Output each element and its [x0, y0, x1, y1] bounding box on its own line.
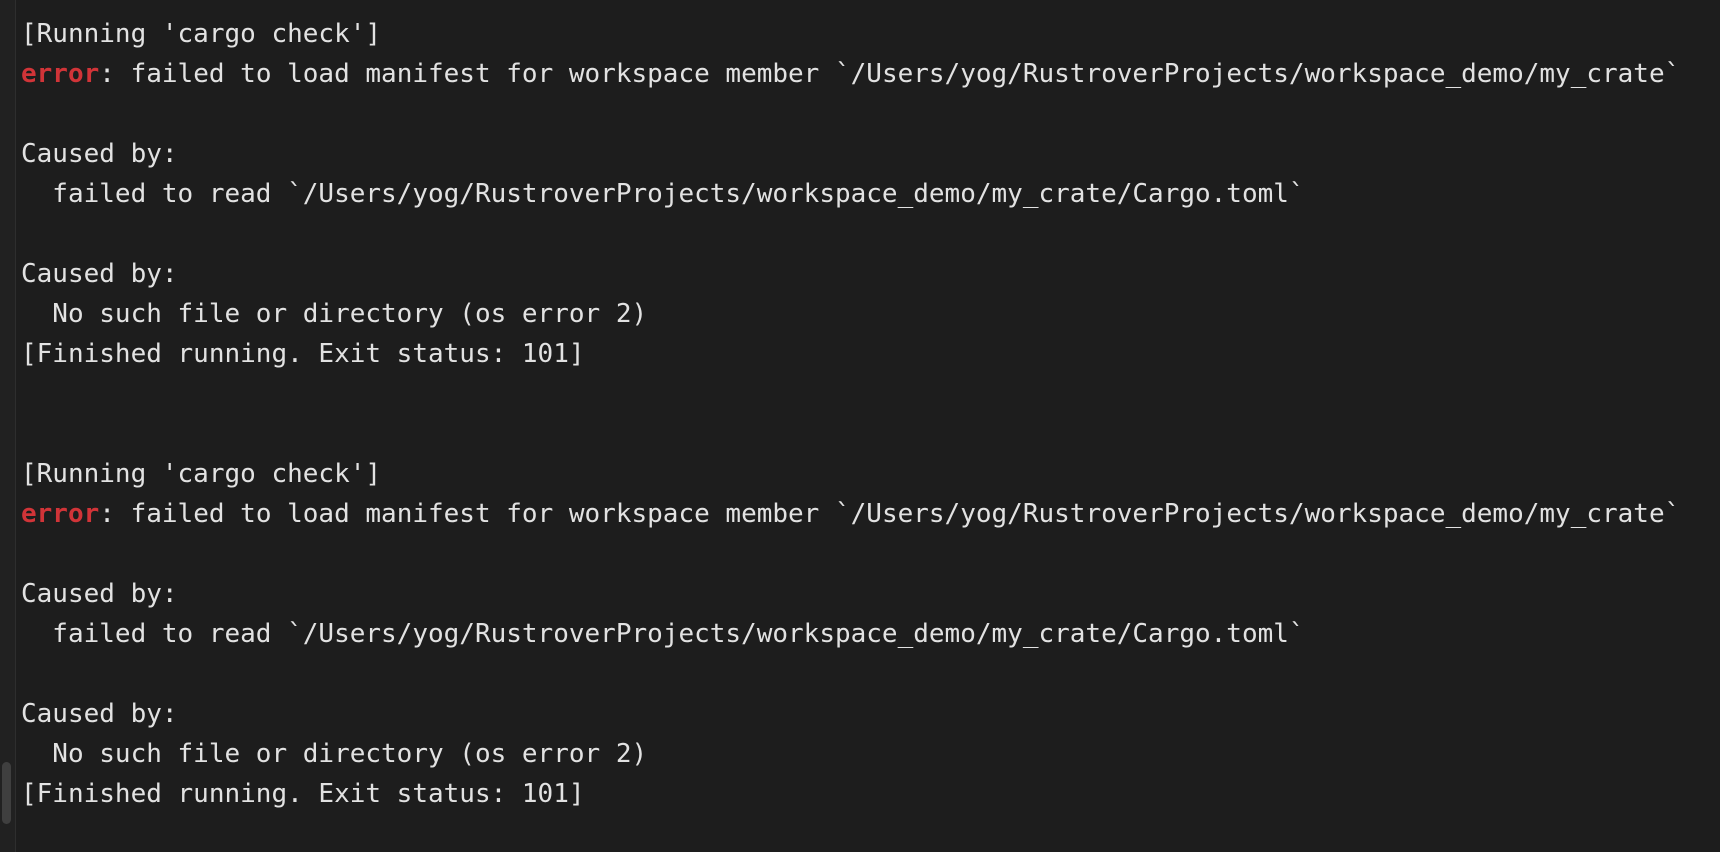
console-line: failed to read `/Users/yog/RustroverProj… [21, 179, 1305, 209]
console-line: [Finished running. Exit status: 101] [21, 339, 585, 369]
console-line: Caused by: [21, 259, 178, 289]
vertical-scrollbar-track[interactable] [0, 0, 14, 852]
error-severity-token: error [21, 59, 100, 89]
console-line: [Running 'cargo check'] [21, 459, 382, 489]
console-line: Caused by: [21, 579, 178, 609]
console-line: failed to read `/Users/yog/RustroverProj… [21, 619, 1305, 649]
console-line: No such file or directory (os error 2) [21, 739, 648, 769]
console-line: No such file or directory (os error 2) [21, 299, 648, 329]
console-output-text[interactable]: [Running 'cargo check'] error: failed to … [16, 0, 1720, 852]
run-console-panel[interactable]: [Running 'cargo check'] error: failed to … [0, 0, 1720, 852]
console-line: Caused by: [21, 699, 178, 729]
console-line: Caused by: [21, 139, 178, 169]
console-line: error: failed to load manifest for works… [21, 54, 1720, 94]
error-severity-token: error [21, 499, 100, 529]
vertical-scrollbar-thumb[interactable] [2, 762, 11, 824]
console-line: error: failed to load manifest for works… [21, 494, 1720, 534]
console-gutter [0, 0, 16, 852]
console-line: [Finished running. Exit status: 101] [21, 779, 585, 809]
error-message-text: : failed to load manifest for workspace … [99, 499, 1681, 529]
console-line: [Running 'cargo check'] [21, 19, 382, 49]
error-message-text: : failed to load manifest for workspace … [99, 59, 1681, 89]
